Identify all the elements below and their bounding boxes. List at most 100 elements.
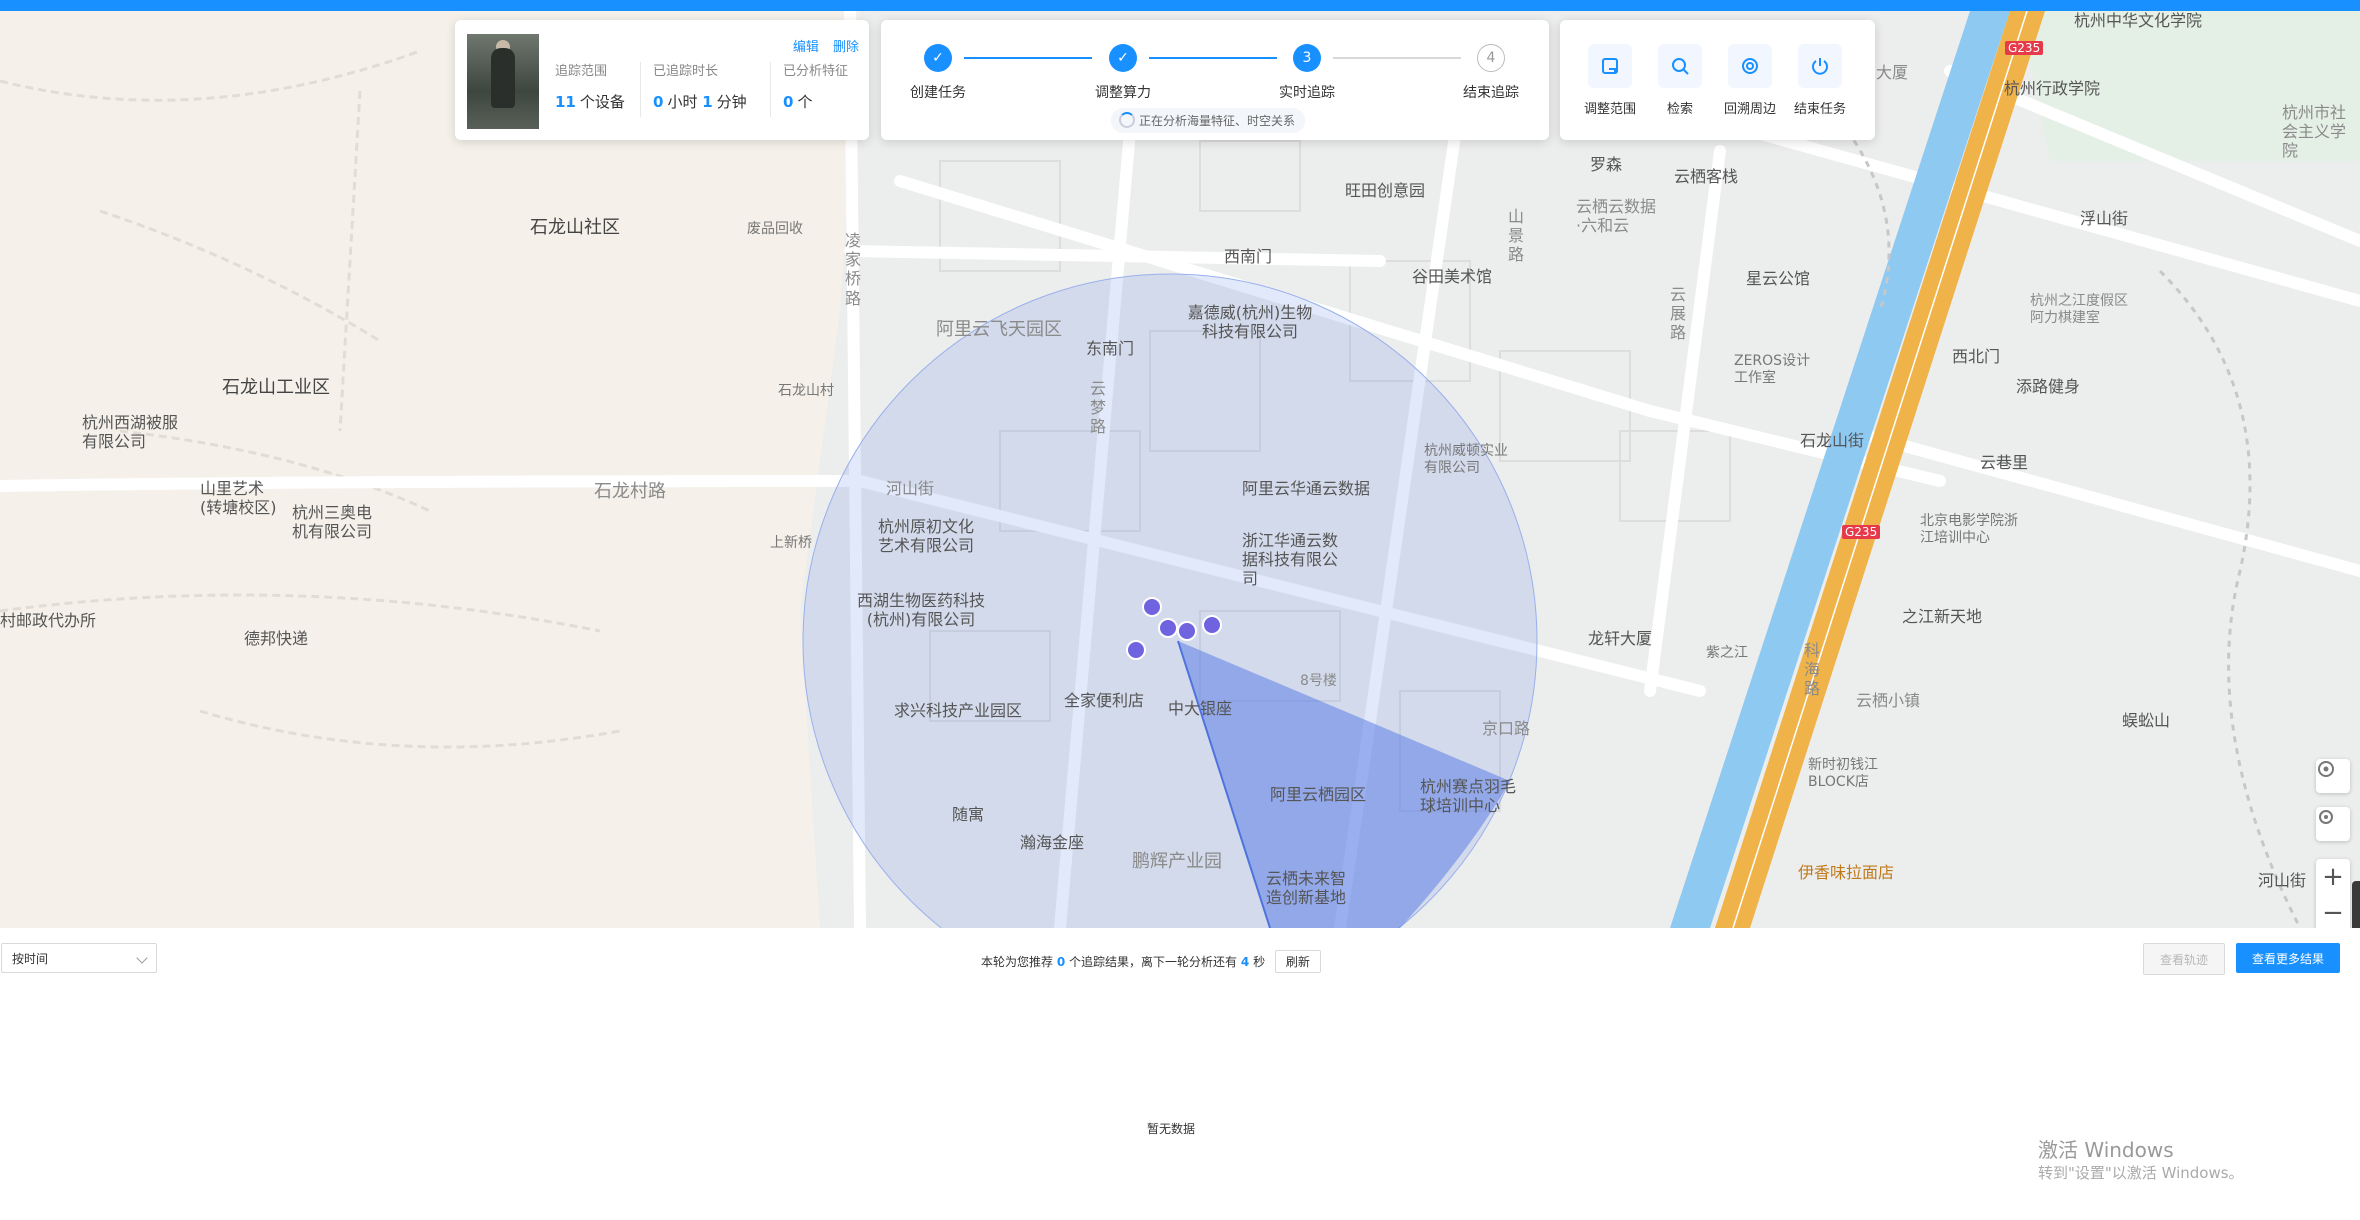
tracking-info-panel: 编辑 删除 追踪范围 11 个设备 已追踪时长 0 小时 1 分钟 已分析特征 0个: [455, 20, 869, 140]
check-icon: ✓: [924, 44, 952, 72]
empty-state-text: 暂无数据: [1147, 1122, 1196, 1136]
search-button[interactable]: 检索: [1644, 44, 1716, 117]
map-label: 龙轩大厦: [1588, 629, 1653, 648]
map-label: 谷田美术馆: [1412, 267, 1493, 286]
map-label: 星云公馆: [1746, 269, 1811, 288]
adjust-range-icon: [1602, 58, 1618, 74]
map-label: 河山街: [886, 479, 935, 498]
map-label: 石龙村路: [594, 481, 666, 502]
map-label: 嘉德威(杭州)生物科技有限公司: [1187, 303, 1313, 342]
features-label: 已分析特征: [783, 64, 849, 79]
map-label: 中大银座: [1168, 699, 1233, 718]
target-thumbnail[interactable]: [467, 34, 539, 129]
duration-stat: 已追踪时长 0 小时 1 分钟: [653, 60, 747, 112]
map-label: 云梦路: [1090, 379, 1107, 437]
locate-icon: [2319, 810, 2333, 824]
windows-activation-subtitle: 转到"设置"以激活 Windows。: [2038, 1164, 2244, 1182]
map-label: 废品回收: [747, 221, 803, 237]
map-label: 云栖云数据·六和云: [1576, 197, 1657, 236]
power-icon: [1812, 58, 1828, 75]
refresh-button[interactable]: 刷新: [1274, 950, 1321, 973]
result-count: 0: [1056, 955, 1066, 969]
step-create-task: ✓ 创建任务: [878, 44, 998, 102]
map-label: 东南门: [1086, 339, 1135, 358]
map-label: 随寓: [952, 805, 985, 824]
map-label: 西南门: [1224, 247, 1273, 266]
map-label: 伊香味拉面店: [1798, 863, 1895, 882]
view-more-results-button[interactable]: 查看更多结果: [2236, 943, 2340, 973]
duration-hours: 0: [653, 93, 664, 111]
map-label: 阿里云飞天园区: [936, 319, 1062, 340]
range-value: 11: [555, 93, 576, 111]
sort-select[interactable]: 按时间: [1, 943, 157, 973]
step-number: 3: [1293, 44, 1321, 72]
map-label: 8号楼: [1300, 673, 1337, 689]
map-label: 杭州西湖被服有限公司: [82, 413, 179, 452]
delete-link[interactable]: 删除: [833, 40, 859, 55]
map-view[interactable]: 石龙山社区 废品回收 石龙山工业区 杭州西湖被服有限公司 山里艺术(转塘校区) …: [0, 11, 2360, 928]
top-accent-bar: [0, 0, 2360, 11]
analysis-status: 正在分析海量特征、时空关系: [1111, 108, 1306, 133]
edit-link[interactable]: 编辑: [793, 40, 819, 55]
map-label: 求兴科技产业园区: [894, 701, 1023, 720]
map-label: 上新桥: [770, 535, 812, 551]
zoom-out-button[interactable]: −: [2316, 895, 2350, 928]
map-label: 北京电影学院浙江培训中心: [1920, 513, 2018, 546]
step-adjust-compute: ✓ 调整算力: [1063, 44, 1183, 102]
adjust-range-button[interactable]: 调整范围: [1574, 44, 1646, 117]
chevron-down-icon: [136, 952, 148, 964]
windows-activation-title: 激活 Windows: [2038, 1138, 2174, 1162]
map-label: 京口路: [1482, 719, 1531, 738]
map-label: 瀚海金座: [1020, 833, 1085, 852]
range-stat: 追踪范围 11 个设备: [555, 60, 625, 112]
zoom-in-button[interactable]: +: [2316, 859, 2350, 895]
map-label: 鹏辉产业园: [1132, 851, 1222, 872]
map-settings-button[interactable]: [2316, 759, 2350, 793]
tools-panel: 调整范围 检索 回溯周边 结束任务: [1560, 20, 1875, 140]
step-realtime-tracking: 3 实时追踪: [1247, 44, 1367, 102]
map-label: 村邮政代办所: [0, 611, 97, 630]
trace-back-icon: [1742, 58, 1758, 74]
gear-icon: [2318, 761, 2334, 777]
step-number: 4: [1477, 44, 1505, 72]
map-label: 杭州之江度假区阿力棋建室: [2030, 293, 2128, 326]
duration-label: 已追踪时长: [653, 64, 719, 79]
side-drawer-tab[interactable]: [2352, 881, 2360, 928]
range-label: 追踪范围: [555, 64, 608, 79]
map-label: 杭州三奥电机有限公司: [292, 503, 373, 542]
map-label: 云栖客栈: [1674, 167, 1739, 186]
step-end-tracking: 4 结束追踪: [1431, 44, 1551, 102]
map-label: 阿里云华通云数据: [1242, 479, 1371, 498]
highway-shield: G235: [2005, 41, 2044, 56]
map-label: 杭州威顿实业有限公司: [1424, 443, 1508, 476]
map-label: ZEROS设计工作室: [1734, 353, 1811, 386]
panel-actions: 编辑 删除: [783, 36, 859, 55]
sort-select-value: 按时间: [12, 952, 49, 966]
locate-button[interactable]: [2316, 807, 2350, 841]
features-stat: 已分析特征 0个: [783, 60, 848, 112]
end-task-button[interactable]: 结束任务: [1784, 44, 1856, 117]
features-unit: 个: [797, 93, 813, 111]
countdown-seconds: 4: [1240, 955, 1250, 969]
map-label: 山景路: [1508, 207, 1525, 265]
map-label: 云栖小镇: [1856, 691, 1921, 710]
duration-minutes: 1: [702, 93, 713, 111]
map-label: 石龙山村: [778, 383, 834, 399]
map-label: 杭州原初文化艺术有限公司: [878, 517, 975, 556]
duration-minutes-unit: 分钟: [716, 93, 747, 111]
map-label: 浙江华通云数据科技有限公司: [1242, 531, 1339, 589]
map-label: 西北门: [1952, 347, 2001, 366]
map-label: 添路健身: [2016, 377, 2081, 396]
duration-hours-unit: 小时: [667, 93, 698, 111]
trace-back-button[interactable]: 回溯周边: [1714, 44, 1786, 117]
highway-shield: G235: [1842, 525, 1881, 540]
view-track-button[interactable]: 查看轨迹: [2143, 943, 2225, 975]
map-label: 西湖生物医药科技(杭州)有限公司: [856, 591, 985, 630]
map-label: 德邦快递: [244, 629, 309, 648]
loading-spinner-icon: [1119, 112, 1135, 128]
map-label: 山里艺术(转塘校区): [200, 479, 277, 518]
map-label: 河山街: [2258, 871, 2307, 890]
map-label: 罗森: [1590, 155, 1623, 174]
map-label: 旺田创意园: [1345, 181, 1426, 200]
map-label: 蜈蚣山: [2122, 711, 2171, 730]
